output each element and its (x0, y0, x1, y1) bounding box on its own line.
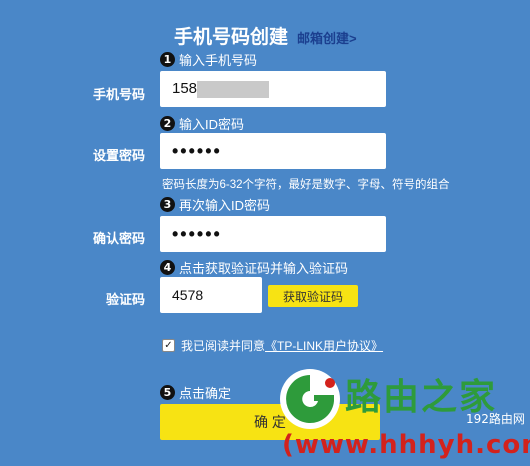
step-3: 3 再次输入ID密码 (160, 195, 270, 214)
code-value: 4578 (172, 287, 204, 303)
redaction-mask (197, 81, 269, 98)
confirm-password-label: 确认密码 (92, 231, 145, 246)
phone-input[interactable]: 158 (160, 71, 386, 107)
phone-value: 158 (172, 80, 198, 97)
step-5: 5 点击确定 (160, 383, 231, 402)
agreement-text: 我已阅读并同意 (181, 339, 266, 353)
step-number-5: 5 (160, 385, 175, 400)
page-title: 手机号码创建 (174, 27, 289, 48)
step-text-4: 点击获取验证码并输入验证码 (179, 261, 349, 276)
watermark-url: (www.hhhyh.com (282, 430, 530, 460)
step-1: 1 输入手机号码 (160, 50, 257, 69)
email-create-link[interactable]: 邮箱创建> (297, 28, 357, 47)
phone-label: 手机号码 (92, 87, 145, 102)
step-text-2: 输入ID密码 (179, 117, 245, 132)
step-number-4: 4 (160, 260, 175, 275)
step-2: 2 输入ID密码 (160, 114, 244, 133)
confirm-password-input[interactable]: •••••• (160, 216, 386, 252)
step-text-5: 点击确定 (179, 386, 232, 401)
confirm-password-value: •••••• (172, 224, 222, 244)
agreement-row: ✓ 我已阅读并同意 《TP-LINK用户协议》 (162, 337, 383, 354)
get-code-button[interactable]: 获取验证码 (268, 285, 358, 307)
step-4: 4 点击获取验证码并输入验证码 (160, 258, 348, 277)
password-value: •••••• (172, 141, 222, 161)
code-label: 验证码 (105, 292, 145, 307)
watermark-small-text: 192路由网 (466, 412, 525, 426)
step-number-1: 1 (160, 52, 175, 67)
code-input[interactable]: 4578 (160, 277, 262, 313)
step-text-3: 再次输入ID密码 (179, 198, 271, 213)
password-hint: 密码长度为6-32个字符，最好是数字、字母、符号的组合 (162, 179, 450, 191)
step-text-1: 输入手机号码 (179, 53, 258, 68)
agree-checkbox[interactable]: ✓ (162, 339, 175, 352)
password-label: 设置密码 (92, 148, 145, 163)
password-input[interactable]: •••••• (160, 133, 386, 169)
watermark-logo-icon (280, 369, 340, 429)
agreement-link[interactable]: 《TP-LINK用户协议》 (265, 337, 383, 354)
step-number-3: 3 (160, 197, 175, 212)
step-number-2: 2 (160, 116, 175, 131)
